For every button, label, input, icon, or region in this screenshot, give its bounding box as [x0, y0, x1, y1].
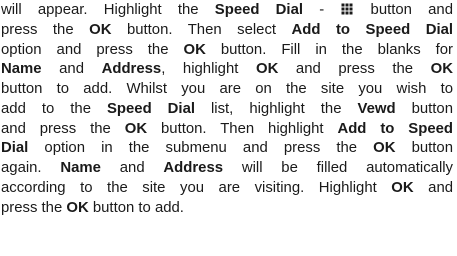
text-line: button to add. Whilst you are on the sit…	[1, 80, 453, 100]
text-line: Dial option in the submenu and press the…	[1, 139, 453, 159]
text-run: press the	[1, 21, 90, 38]
text-run: button	[395, 100, 453, 117]
text-run: option in the submenu and press the	[28, 140, 374, 157]
text-run: button. Fill in the blanks for	[205, 41, 454, 58]
bold-term: OK	[89, 21, 112, 38]
bold-term: Speed Dial	[214, 2, 303, 18]
bold-term: OK	[66, 199, 89, 216]
text-line: press the OK button to add.	[1, 199, 453, 219]
text-line: and press the OK button. Then highlight …	[1, 120, 453, 140]
bold-term: Name	[60, 160, 101, 176]
text-run: again.	[1, 160, 61, 176]
text-run: , highlight	[161, 61, 256, 78]
text-run: button	[395, 140, 453, 157]
bold-term: OK	[430, 61, 453, 78]
text-run: will be filled automatically	[223, 160, 454, 176]
instruction-paragraph: will appear. Highlight the Speed Dial - …	[1, 1, 453, 218]
text-line: will appear. Highlight the Speed Dial - …	[1, 1, 453, 21]
bold-term: Add to Speed	[337, 120, 453, 137]
text-line: option and press the OK button. Fill in …	[1, 41, 453, 61]
bold-term: OK	[391, 179, 414, 196]
bold-term: Add to Speed Dial	[291, 21, 454, 38]
bold-term: OK	[183, 41, 206, 58]
text-run: option and press the	[1, 41, 184, 58]
bold-term: Name	[1, 61, 42, 78]
text-run: button and	[354, 2, 453, 18]
bold-term: OK	[255, 61, 279, 78]
text-run: and	[100, 160, 164, 176]
text-run: list, highlight the	[194, 100, 358, 117]
text-run: press the	[1, 199, 67, 216]
text-run: button. Then highlight	[147, 120, 338, 137]
bold-term: Speed Dial	[106, 100, 195, 117]
text-run: and press the	[1, 120, 125, 137]
text-run: and	[413, 179, 454, 196]
bold-term: Dial	[1, 140, 29, 157]
text-run: -	[303, 2, 341, 18]
text-line: according to the site you are visiting. …	[1, 179, 453, 199]
bold-term: OK	[373, 140, 396, 157]
text-run: button to add. Whilst you are on the sit…	[1, 81, 453, 97]
text-line: again. Name and Address will be filled a…	[1, 159, 453, 179]
bold-term: Address	[163, 160, 224, 176]
text-run: and	[41, 61, 102, 78]
manual-page: will appear. Highlight the Speed Dial - …	[0, 0, 457, 256]
text-run: button. Then select	[111, 21, 292, 38]
bold-term: OK	[124, 120, 148, 137]
bold-term: Address	[101, 61, 162, 78]
text-line: press the OK button. Then select Add to …	[1, 21, 453, 41]
text-run: will appear. Highlight the	[1, 2, 215, 18]
speed-dial-grid-icon	[341, 3, 353, 15]
text-run: and press the	[278, 61, 431, 78]
text-run: button to add.	[88, 199, 184, 216]
text-line: Name and Address, highlight OK and press…	[1, 60, 453, 80]
bold-term: Vewd	[357, 100, 396, 117]
text-run: add to the	[1, 100, 107, 117]
text-line: add to the Speed Dial list, highlight th…	[1, 100, 453, 120]
text-run: according to the site you are visiting. …	[1, 179, 392, 196]
